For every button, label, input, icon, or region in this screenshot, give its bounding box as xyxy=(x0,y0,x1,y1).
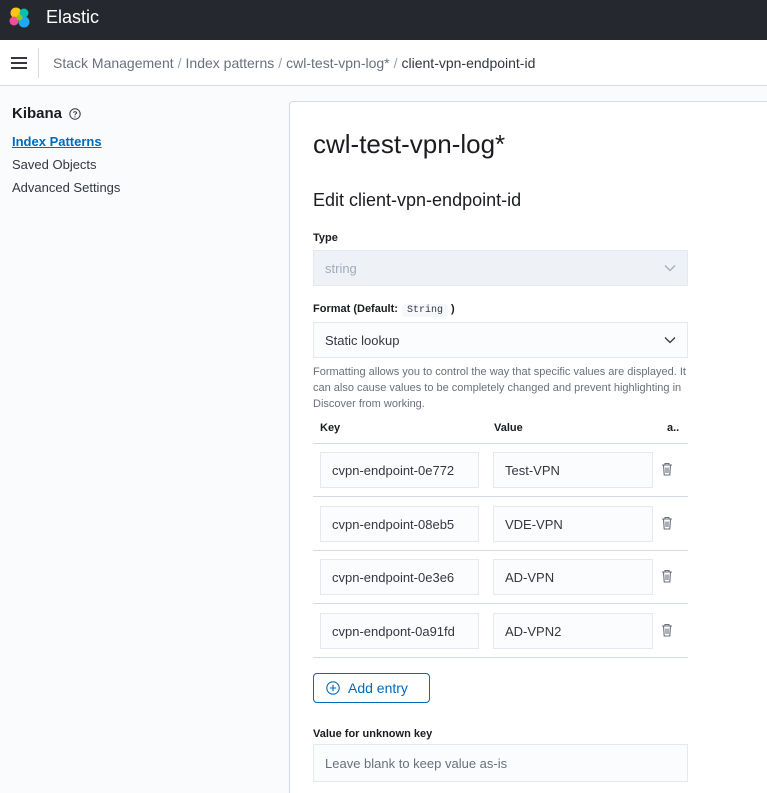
value-input[interactable]: AD-VPN xyxy=(493,559,653,595)
help-icon[interactable] xyxy=(69,107,81,120)
chevron-down-icon xyxy=(664,265,676,272)
unknown-key-label: Value for unknown key xyxy=(313,728,433,740)
sidebar-item-saved-objects[interactable]: Saved Objects xyxy=(12,157,97,173)
column-header-actions: a.. xyxy=(667,422,680,434)
key-input[interactable]: cvpn-endpont-0a91fd xyxy=(320,613,479,649)
table-row: cvpn-endpont-0a91fd AD-VPN2 xyxy=(313,605,688,658)
add-entry-label: Add entry xyxy=(348,680,408,696)
plus-in-circle-icon xyxy=(326,681,340,695)
breadcrumb-bar: Stack Management / Index patterns / cwl-test… xyxy=(0,40,767,86)
sidebar: Kibana Index Patterns Saved Objects Adva… xyxy=(0,86,289,793)
value-input[interactable]: AD-VPN2 xyxy=(493,613,653,649)
section-title: Edit client-vpn-endpoint-id xyxy=(313,190,522,210)
chevron-down-icon xyxy=(664,337,676,344)
key-input[interactable]: cvpn-endpoint-08eb5 xyxy=(320,506,479,542)
type-label: Type xyxy=(313,232,338,244)
key-input[interactable]: cvpn-endpoint-0e772 xyxy=(320,452,479,488)
trash-icon[interactable] xyxy=(659,515,675,531)
trash-icon[interactable] xyxy=(659,622,675,638)
value-input[interactable]: VDE-VPN xyxy=(493,506,653,542)
format-label: Format (Default: String ) xyxy=(313,303,455,317)
sidebar-item-advanced-settings[interactable]: Advanced Settings xyxy=(12,180,120,196)
column-header-value: Value xyxy=(494,422,523,434)
format-label-close: ) xyxy=(451,303,455,315)
add-entry-button[interactable]: Add entry xyxy=(313,673,430,703)
sidebar-title-label: Kibana xyxy=(12,105,63,122)
value-input[interactable]: Test-VPN xyxy=(493,452,653,488)
breadcrumb-separator: / xyxy=(393,55,398,71)
breadcrumb-index-pattern[interactable]: cwl-test-vpn-log* xyxy=(286,55,389,71)
table-row: cvpn-endpoint-08eb5 VDE-VPN xyxy=(313,498,688,551)
type-select: string xyxy=(313,250,688,286)
divider xyxy=(38,48,39,78)
breadcrumb-stack-management[interactable]: Stack Management xyxy=(53,55,174,71)
column-header-key: Key xyxy=(320,422,341,434)
menu-button[interactable] xyxy=(0,40,38,86)
format-help-text: Formatting allows you to control the way… xyxy=(313,366,686,410)
breadcrumb-separator: / xyxy=(278,55,283,71)
top-header: Elastic xyxy=(0,0,767,40)
app-title: Elastic xyxy=(46,7,100,27)
sidebar-title: Kibana xyxy=(12,105,81,122)
format-select[interactable]: Static lookup xyxy=(313,322,688,358)
table-row: cvpn-endpoint-0e3e6 AD-VPN xyxy=(313,551,688,604)
trash-icon[interactable] xyxy=(659,568,675,584)
format-label-text: Format (Default: xyxy=(313,303,398,315)
table-row: cvpn-endpoint-0e772 Test-VPN xyxy=(313,444,688,497)
main-panel: cwl-test-vpn-log* Edit client-vpn-endpoi… xyxy=(289,101,767,793)
type-select-value: string xyxy=(325,260,357,276)
page-title: cwl-test-vpn-log* xyxy=(313,129,506,159)
hamburger-menu-icon xyxy=(11,57,27,69)
trash-icon[interactable] xyxy=(659,461,675,477)
sidebar-item-index-patterns[interactable]: Index Patterns xyxy=(12,134,102,150)
breadcrumb: Stack Management / Index patterns / cwl-test… xyxy=(53,54,535,72)
unknown-key-input[interactable]: Leave blank to keep value as-is xyxy=(313,744,688,782)
format-default-code: String xyxy=(401,304,448,317)
breadcrumb-separator: / xyxy=(177,55,182,71)
breadcrumb-index-patterns[interactable]: Index patterns xyxy=(186,55,275,71)
breadcrumb-field: client-vpn-endpoint-id xyxy=(401,55,536,71)
key-input[interactable]: cvpn-endpoint-0e3e6 xyxy=(320,559,479,595)
elastic-logo-icon[interactable] xyxy=(7,5,33,31)
format-select-value: Static lookup xyxy=(325,332,400,348)
